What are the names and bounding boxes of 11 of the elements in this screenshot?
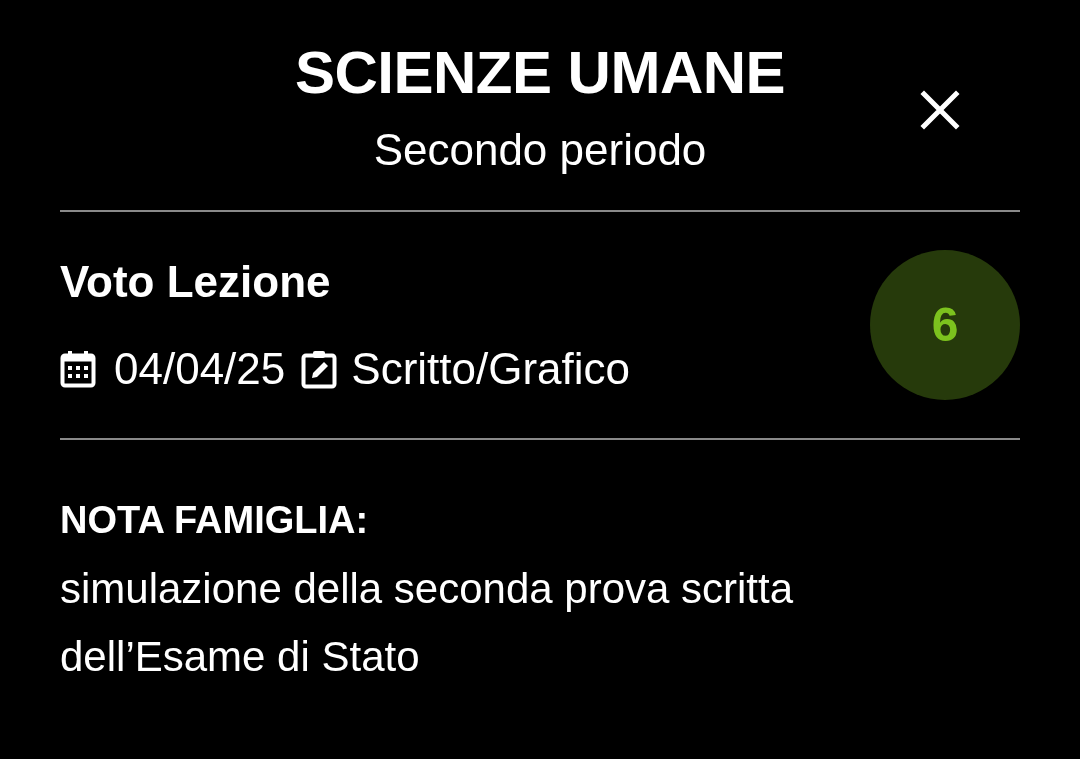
dialog-subtitle: Secondo periodo [373, 128, 707, 172]
grade-value: 6 [870, 250, 1020, 400]
note-label: NOTA FAMIGLIA: [60, 501, 370, 539]
dialog-title: SCIENZE UMANE [294, 43, 786, 103]
grade-description: Voto Lezione [60, 259, 332, 304]
clipboard-pencil-icon [301, 348, 338, 389]
note-text: simulazione della seconda prova scritta dell’Esame di Stato [60, 564, 795, 682]
close-icon [920, 90, 960, 130]
calendar-icon [60, 349, 96, 388]
grade-type: Scritto/Grafico [351, 346, 631, 391]
grade-date: 04/04/25 [114, 346, 286, 391]
